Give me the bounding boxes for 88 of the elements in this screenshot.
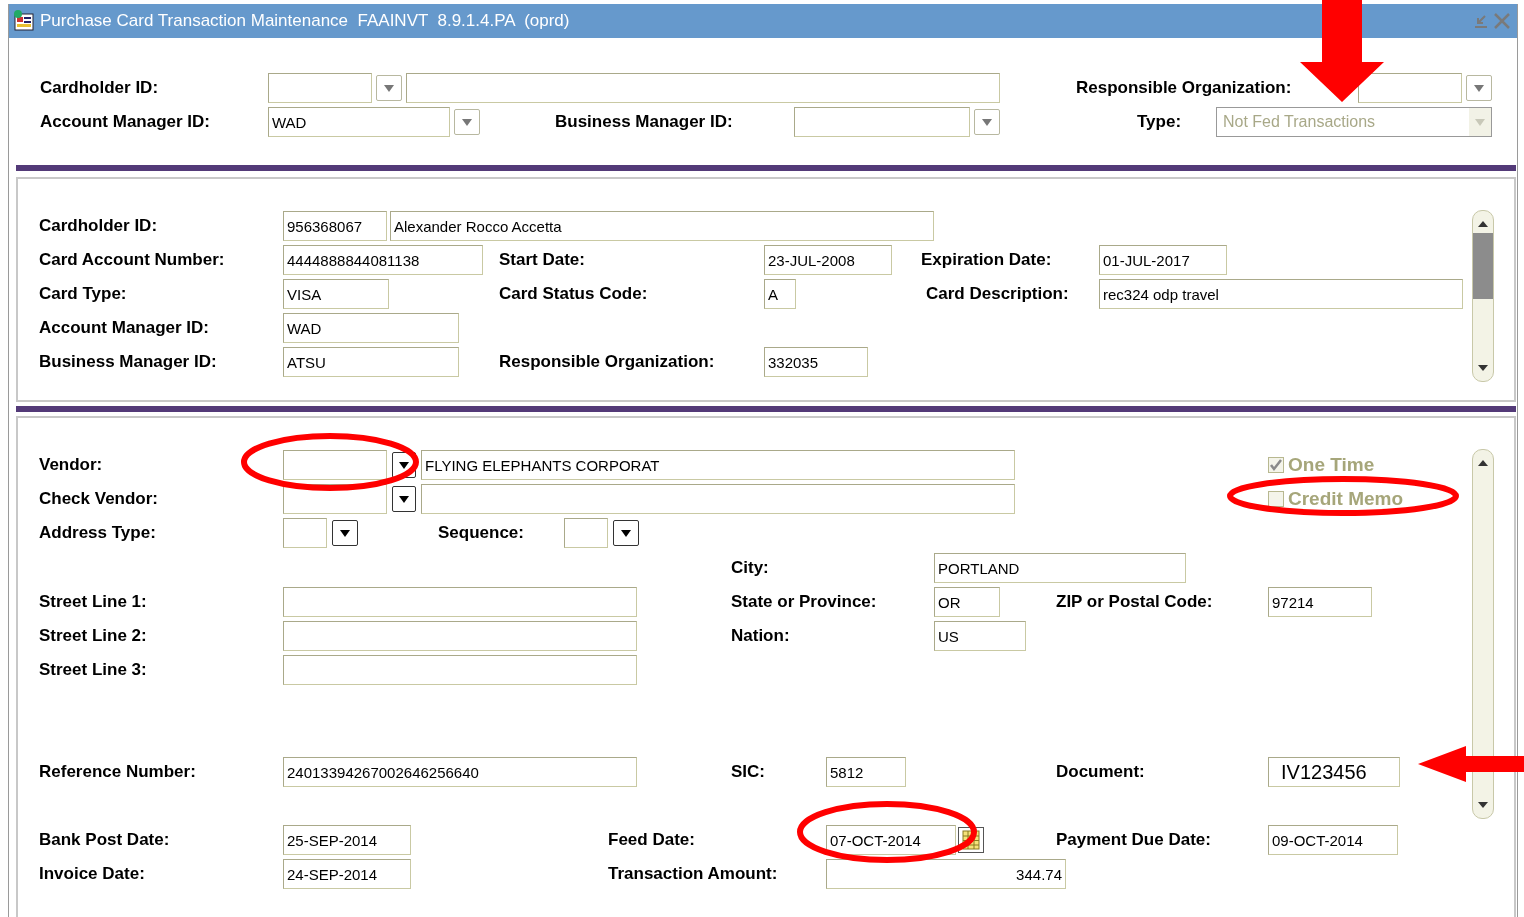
caret-icon <box>462 118 472 126</box>
field-label: Address Type: <box>39 523 156 543</box>
field-label: SIC: <box>731 762 765 782</box>
field-label: Account Manager ID: <box>40 112 211 132</box>
field-label: Street Line 1: <box>39 592 147 612</box>
field-label: Responsible Organization: <box>1076 78 1292 98</box>
field-label: Card Account Number: <box>39 250 225 270</box>
caret-icon <box>1475 118 1485 126</box>
window-title: Purchase Card Transaction Maintenance FAAINVT 8.9.1.4.PA (oprd) <box>40 11 571 31</box>
caret-icon <box>384 84 394 92</box>
field-label: ZIP or Postal Code: <box>1056 592 1213 612</box>
field-label: State or Province: <box>731 592 877 612</box>
field-label: Responsible Organization: <box>499 352 715 372</box>
field-label: Business Manager ID: <box>39 352 217 372</box>
input-field[interactable]: 09-OCT-2014 <box>1268 825 1398 855</box>
input-field[interactable]: WAD <box>283 313 459 343</box>
field-label: Sequence: <box>438 523 524 543</box>
dropdown-button[interactable] <box>613 520 639 546</box>
input-field[interactable] <box>406 73 1000 103</box>
input-field[interactable]: 24-SEP-2014 <box>283 859 411 889</box>
input-field[interactable]: FLYING ELEPHANTS CORPORAT <box>421 450 1015 480</box>
caret-icon <box>982 118 992 126</box>
field-label: Invoice Date: <box>39 864 145 884</box>
input-field[interactable] <box>1358 73 1462 103</box>
caret-icon <box>399 461 409 469</box>
field-label: Cardholder ID: <box>39 216 158 236</box>
input-field[interactable]: 956368067 <box>283 211 387 241</box>
input-field[interactable] <box>283 587 637 617</box>
field-label: Check Vendor: <box>39 489 159 509</box>
input-field[interactable]: A <box>764 279 796 309</box>
input-field[interactable] <box>268 73 372 103</box>
field-label: Street Line 2: <box>39 626 147 646</box>
input-field[interactable]: 07-OCT-2014 <box>826 825 956 855</box>
input-field[interactable] <box>283 621 637 651</box>
input-field[interactable]: 332035 <box>764 347 868 377</box>
checkbox-icon <box>1268 491 1284 507</box>
input-field[interactable]: 97214 <box>1268 587 1372 617</box>
dropdown-button[interactable] <box>332 520 358 546</box>
field-label: Type: <box>1137 112 1182 132</box>
input-field[interactable]: 25-SEP-2014 <box>283 825 411 855</box>
scrollbar[interactable] <box>1472 449 1494 819</box>
input-field[interactable]: 01-JUL-2017 <box>1099 245 1227 275</box>
field-label: Account Manager ID: <box>39 318 210 338</box>
field-label: Vendor: <box>39 455 103 475</box>
field-label: Expiration Date: <box>921 250 1052 270</box>
input-field[interactable]: IV123456 <box>1268 757 1400 787</box>
input-field[interactable]: 344.74 <box>826 859 1066 889</box>
field-label: Card Description: <box>926 284 1069 304</box>
field-label: Card Status Code: <box>499 284 648 304</box>
checkbox-icon <box>1268 457 1284 473</box>
caret-icon <box>621 529 631 537</box>
field-label: Business Manager ID: <box>555 112 733 132</box>
input-field[interactable] <box>283 655 637 685</box>
input-field[interactable]: VISA <box>283 279 389 309</box>
field-label: City: <box>731 558 769 578</box>
input-field[interactable]: Alexander Rocco Accetta <box>390 211 934 241</box>
input-field[interactable]: 4444888844081138 <box>283 245 483 275</box>
input-field[interactable]: PORTLAND <box>934 553 1186 583</box>
field-label: Start Date: <box>499 250 585 270</box>
field-label: Nation: <box>731 626 790 646</box>
caret-icon <box>340 529 350 537</box>
input-field[interactable]: OR <box>934 587 1000 617</box>
input-field[interactable] <box>564 518 608 548</box>
input-field[interactable]: US <box>934 621 1026 651</box>
input-field[interactable]: rec324 odp travel <box>1099 279 1463 309</box>
input-field[interactable] <box>421 484 1015 514</box>
field-label: Feed Date: <box>608 830 695 850</box>
input-field[interactable]: WAD <box>268 107 450 137</box>
field-label: Cardholder ID: <box>40 78 159 98</box>
caret-icon <box>1474 84 1484 92</box>
input-field[interactable] <box>794 107 970 137</box>
field-label: Payment Due Date: <box>1056 830 1211 850</box>
field-label: Card Type: <box>39 284 127 304</box>
dropdown-button[interactable] <box>392 486 416 512</box>
field-label: Bank Post Date: <box>39 830 170 850</box>
input-field[interactable]: 5812 <box>826 757 906 787</box>
input-field[interactable] <box>283 450 387 480</box>
scrollbar[interactable] <box>1472 210 1494 382</box>
app-icon <box>12 9 36 33</box>
input-field[interactable]: ATSU <box>283 347 459 377</box>
field-label: Document: <box>1056 762 1145 782</box>
input-field[interactable]: 24013394267002646256640 <box>283 757 637 787</box>
field-label: Street Line 3: <box>39 660 147 680</box>
input-field[interactable] <box>283 518 327 548</box>
field-label: Transaction Amount: <box>608 864 778 884</box>
caret-icon <box>399 495 409 503</box>
field-label: Reference Number: <box>39 762 196 782</box>
input-field[interactable]: 23-JUL-2008 <box>764 245 892 275</box>
